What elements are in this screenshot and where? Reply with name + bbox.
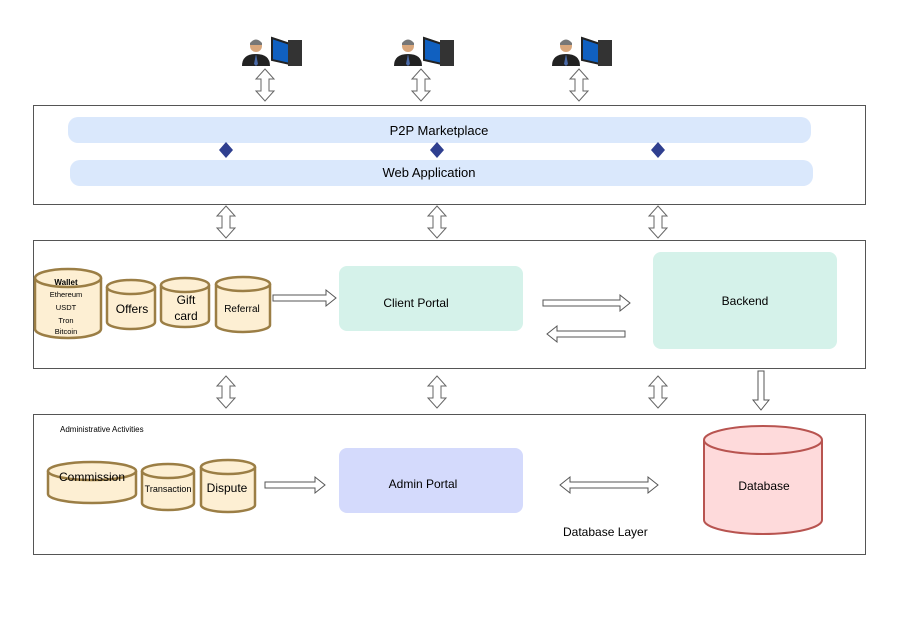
dispute-label: Dispute (207, 481, 248, 495)
architecture-diagram: P2P Marketplace Web Application Wallet E… (33, 37, 866, 555)
wallet-item: Tron (58, 316, 73, 325)
down-arrow-icon (751, 370, 771, 411)
double-arrow-icon (216, 205, 236, 239)
double-arrow-icon (569, 68, 589, 102)
double-arrow-icon (427, 375, 447, 409)
user-2 (393, 37, 455, 67)
wallet-item: USDT (56, 303, 77, 312)
user-computer-icon (241, 37, 303, 67)
p2p-marketplace-label: P2P Marketplace (390, 123, 489, 138)
client-portal-label: Client Portal (383, 296, 448, 310)
offers-label: Offers (116, 302, 148, 316)
wallet-title: Wallet (54, 278, 78, 287)
gift-card-label: Gift (177, 293, 196, 307)
web-application-label: Web Application (383, 165, 476, 180)
double-arrow-icon (216, 375, 236, 409)
double-arrow-icon (648, 375, 668, 409)
double-arrow-icon (648, 205, 668, 239)
database-layer-label: Database Layer (563, 525, 648, 539)
commission-label: Commission (59, 470, 125, 484)
wallet-item: Bitcoin (55, 327, 78, 336)
user-computer-icon (551, 37, 613, 67)
administrative-activities-label: Administrative Activities (60, 425, 144, 434)
wallet-item: Ethereum (50, 290, 83, 299)
gift-card-label: card (174, 309, 197, 323)
backend-label: Backend (722, 294, 769, 308)
admin-portal-label: Admin Portal (389, 477, 458, 491)
transaction-label: Transaction (145, 484, 192, 494)
user-computer-icon (393, 37, 455, 67)
user-3 (551, 37, 613, 67)
double-arrow-icon (411, 68, 431, 102)
referral-label: Referral (224, 304, 260, 315)
double-arrow-icon (427, 205, 447, 239)
double-arrow-icon (255, 68, 275, 102)
database-label: Database (738, 479, 790, 493)
user-1 (241, 37, 303, 67)
